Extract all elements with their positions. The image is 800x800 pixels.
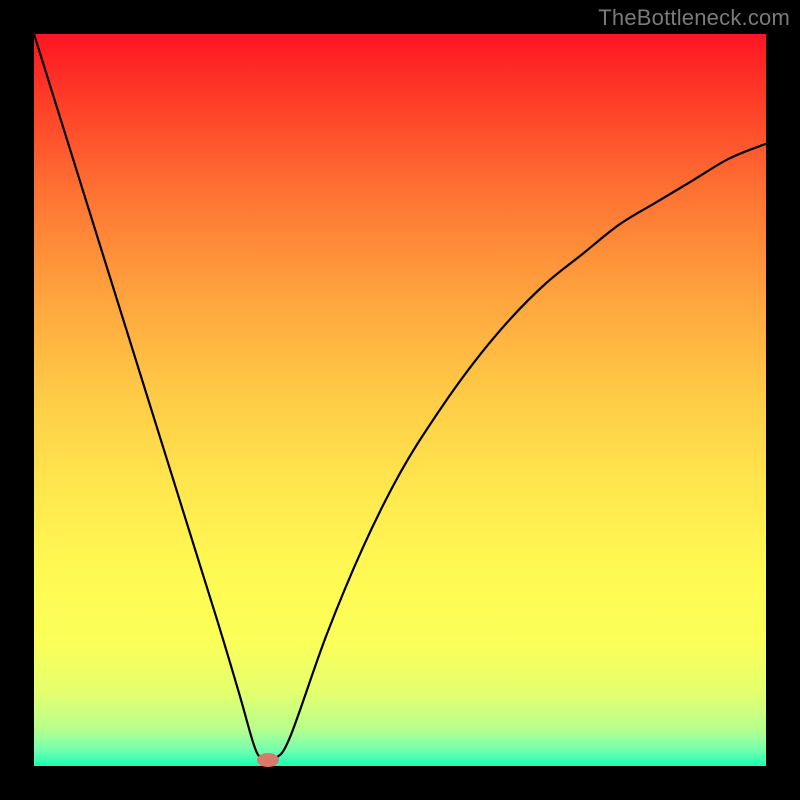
bottleneck-curve [34,34,766,766]
valley-marker [257,753,279,767]
plot-area [34,34,766,766]
watermark-text: TheBottleneck.com [598,5,790,31]
